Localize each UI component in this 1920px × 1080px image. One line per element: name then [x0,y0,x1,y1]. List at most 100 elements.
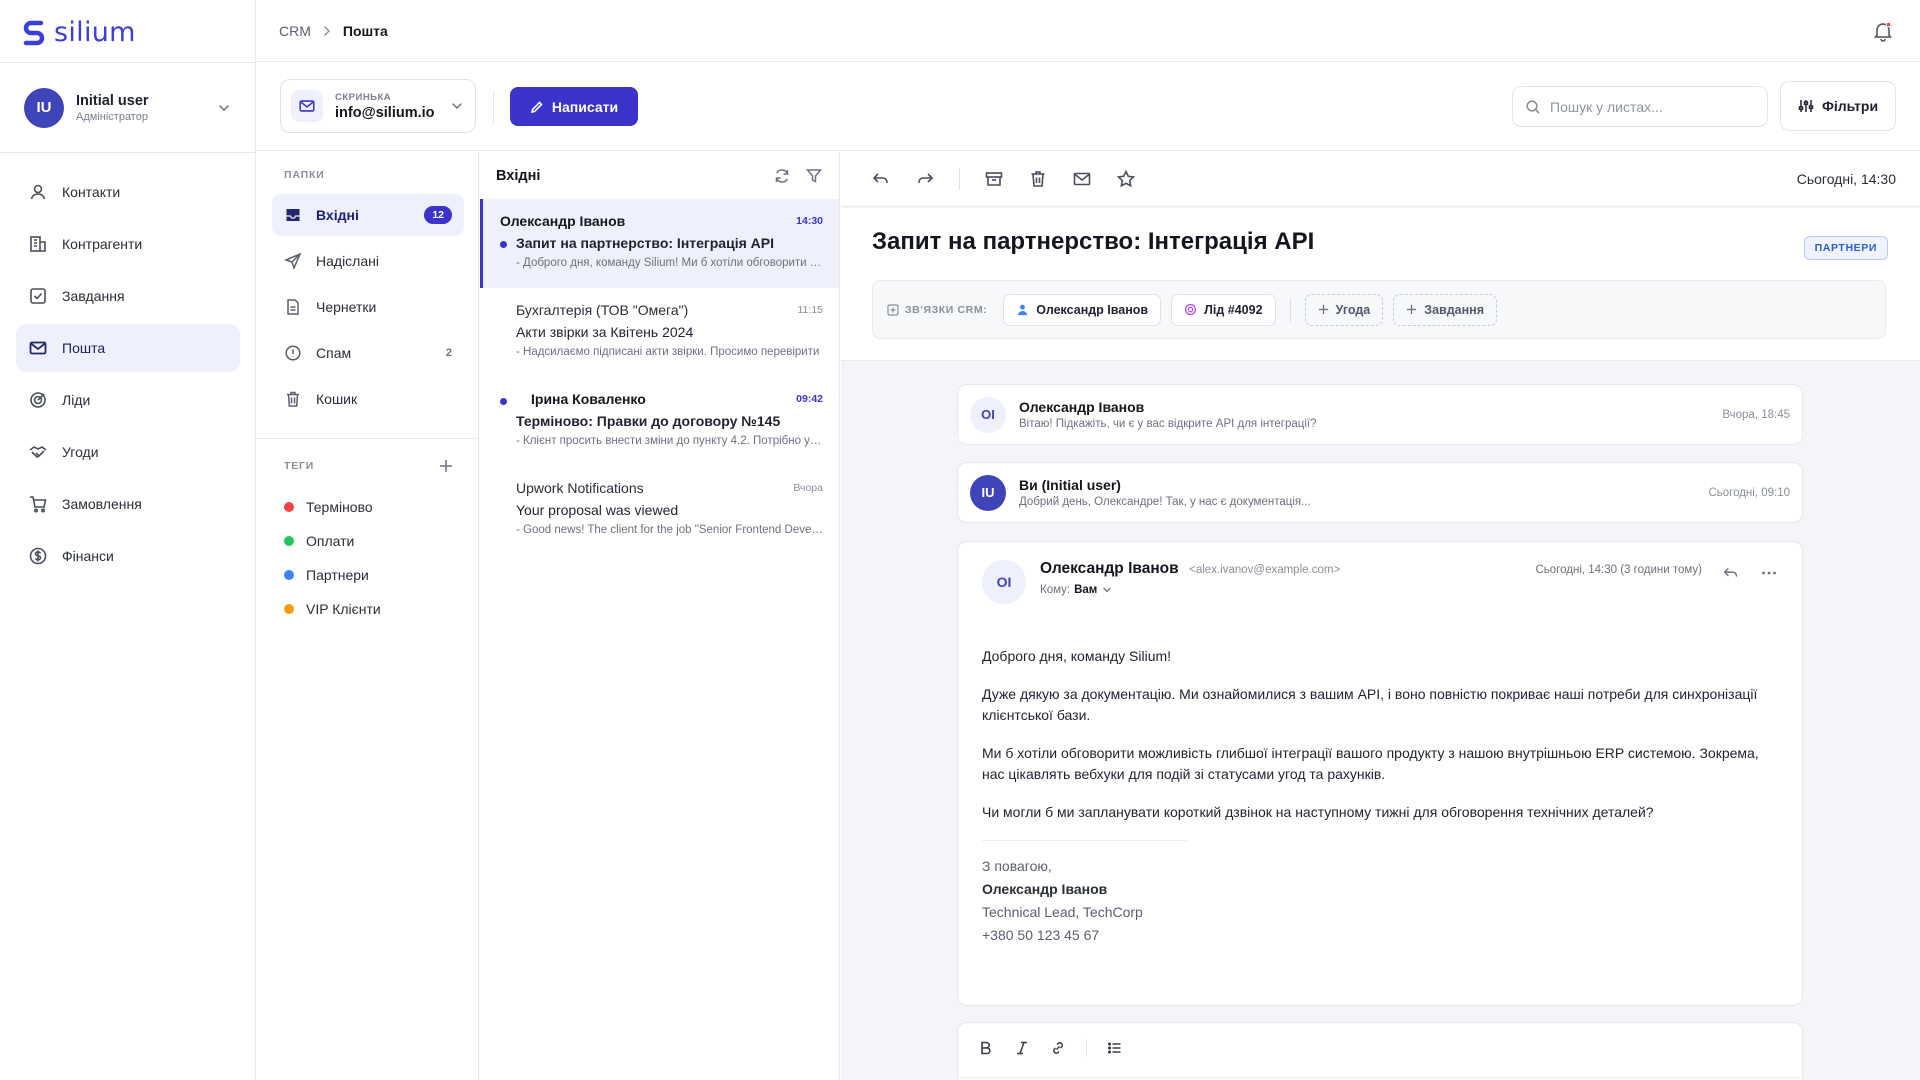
chevron-down-icon[interactable] [216,100,232,116]
notifications-button[interactable] [1872,20,1894,42]
thread-message-collapsed[interactable]: IU Ви (Initial user) Добрий день, Олекса… [957,462,1803,523]
avatar: IU [24,87,64,128]
building-icon [30,236,46,252]
nav-item-orders[interactable]: Замовлення [16,480,240,528]
folders-panel: ПАПКИ Вхідні 12 Надіслані Чернетки Спам … [257,152,479,1080]
folder-spam[interactable]: Спам 2 [272,332,464,374]
reply-icon[interactable] [871,169,891,189]
thread-preview: Добрий день, Олександре! Так, у нас є до… [1019,496,1311,508]
search-input[interactable] [1550,98,1750,115]
star-icon[interactable] [1116,169,1136,189]
tag-badge[interactable]: ПАРТНЕРИ [1803,236,1888,260]
more-horizontal-icon[interactable] [1760,564,1778,582]
message-subject: Терміново: Правки до договору №145 [516,413,781,429]
message-sender: Олександр Іванов [500,213,626,229]
nav-item-finance[interactable]: Фінанси [16,532,240,580]
tags-title: ТЕГИ [284,460,315,472]
folder-drafts[interactable]: Чернетки [272,286,464,328]
silium-logo-icon [23,20,45,46]
reply-icon[interactable] [1722,564,1740,582]
logo[interactable]: silium [22,14,136,50]
thread-message-expanded: OI Олександр Іванов <alex.ivanov@example… [957,541,1803,1006]
recipients[interactable]: Кому: Вам [1040,584,1535,596]
nav-item-leads[interactable]: Ліди [16,376,240,424]
mail-icon [29,341,47,355]
thread-message-collapsed[interactable]: OI Олександр Іванов Вітаю! Підкажіть, чи… [957,384,1803,445]
message-body: Доброго дня, команду Silium! Дуже дякую … [982,646,1772,947]
add-deal-button[interactable]: Угода [1304,293,1384,326]
signature-name: Олександр Іванов [982,881,1108,897]
tag-item[interactable]: VIP Клієнти [284,592,381,626]
unread-dot [500,398,507,405]
user-role: Адміністратор [76,110,148,123]
breadcrumb: CRM Пошта [279,0,388,62]
italic-icon[interactable] [1014,1040,1030,1056]
to-label: Кому: [1040,584,1071,596]
refresh-icon[interactable] [773,167,791,185]
sender-email: <alex.ivanov@example.com> [1189,564,1341,576]
nav-item-mail[interactable]: Пошта [16,324,240,372]
nav-label: Пошта [62,340,106,356]
compose-button[interactable]: Написати [510,87,638,126]
tag-item[interactable]: Партнери [284,558,381,592]
tag-item[interactable]: Оплати [284,524,381,558]
folder-sent[interactable]: Надіслані [272,240,464,282]
chevron-right-icon [324,26,330,36]
breadcrumb-root[interactable]: CRM [279,23,311,39]
filter-icon[interactable] [805,167,823,185]
user-menu[interactable]: IU Initial user Адміністратор [0,63,256,152]
plus-icon [1318,304,1328,315]
crm-lead-chip[interactable]: Лід #4092 [1171,293,1276,326]
signature-greeting: З повагою, [982,858,1052,874]
mailbox-value: info@silium.io [335,104,435,121]
mailbox-selector[interactable]: СКРИНЬКА info@silium.io [280,79,476,133]
folder-trash[interactable]: Кошик [272,378,464,420]
signature-position: Technical Lead, TechCorp [982,904,1143,920]
link-icon[interactable] [1050,1040,1066,1056]
nav-item-counterparties[interactable]: Контрагенти [16,220,240,268]
nav-label: Завдання [62,288,125,304]
archive-icon[interactable] [984,169,1004,189]
nav-item-deals[interactable]: Угоди [16,428,240,476]
nav-item-tasks[interactable]: Завдання [16,272,240,320]
forward-icon[interactable] [915,169,935,189]
trash-icon[interactable] [1028,169,1048,189]
message-list-item[interactable]: Олександр Іванов 14:30 Запит на партнерст… [480,199,839,288]
crm-contact-chip[interactable]: Олександр Іванов [1003,293,1162,326]
signature-divider [982,840,1187,841]
message-list-item[interactable]: Ірина Коваленко 09:42 Терміново: Правки д… [480,377,839,466]
folder-list: Вхідні 12 Надіслані Чернетки Спам 2 Коши… [272,194,464,424]
unread-dot [500,241,507,248]
reply-editor[interactable] [957,1022,1804,1080]
plus-icon[interactable] [438,458,454,474]
message-time: Вчора [793,482,823,494]
message-snippet: - Доброго дня, команду Silium! Ми б хоті… [516,257,823,269]
folders-title: ПАПКИ [284,169,325,181]
tag-color-dot [284,570,294,580]
folder-inbox[interactable]: Вхідні 12 [272,194,464,236]
add-task-button[interactable]: Завдання [1393,293,1497,326]
message-list-item[interactable]: Бухгалтерія (ТОВ "Омега") 11:15 Акти звір… [480,288,839,377]
filters-button[interactable]: Фільтри [1780,81,1896,131]
inbox-icon [286,209,300,221]
signature: З повагою, Олександр Іванов Technical Le… [982,855,1772,947]
tag-label: Терміново [306,499,373,515]
mark-unread-icon[interactable] [1072,169,1092,189]
chevron-down-icon [452,103,462,110]
message-list-item[interactable]: Upwork Notifications Вчора Your proposal … [480,466,839,555]
mailbox-icon-wrap [291,90,323,122]
tags-header: ТЕГИ [284,458,454,474]
divider [1289,297,1291,322]
nav-item-contacts[interactable]: Контакти [16,168,240,216]
bold-icon[interactable] [978,1040,994,1056]
compose-label: Написати [551,98,619,115]
crm-links: ЗВ'ЯЗКИ CRM: Олександр Іванов Лід #4092 … [872,280,1886,339]
plus-icon [1407,304,1417,315]
thread-preview: Вітаю! Підкажіть, чи є у вас відкрите AP… [1019,418,1317,430]
tag-item[interactable]: Терміново [284,490,381,524]
search-box[interactable] [1512,86,1768,127]
avatar: OI [970,396,1006,433]
message-subject: Запит на партнерство: Інтеграція API [516,235,774,251]
message-full-date: Сьогодні, 14:30 (3 години тому) [1535,564,1702,576]
list-icon[interactable] [1107,1040,1123,1056]
